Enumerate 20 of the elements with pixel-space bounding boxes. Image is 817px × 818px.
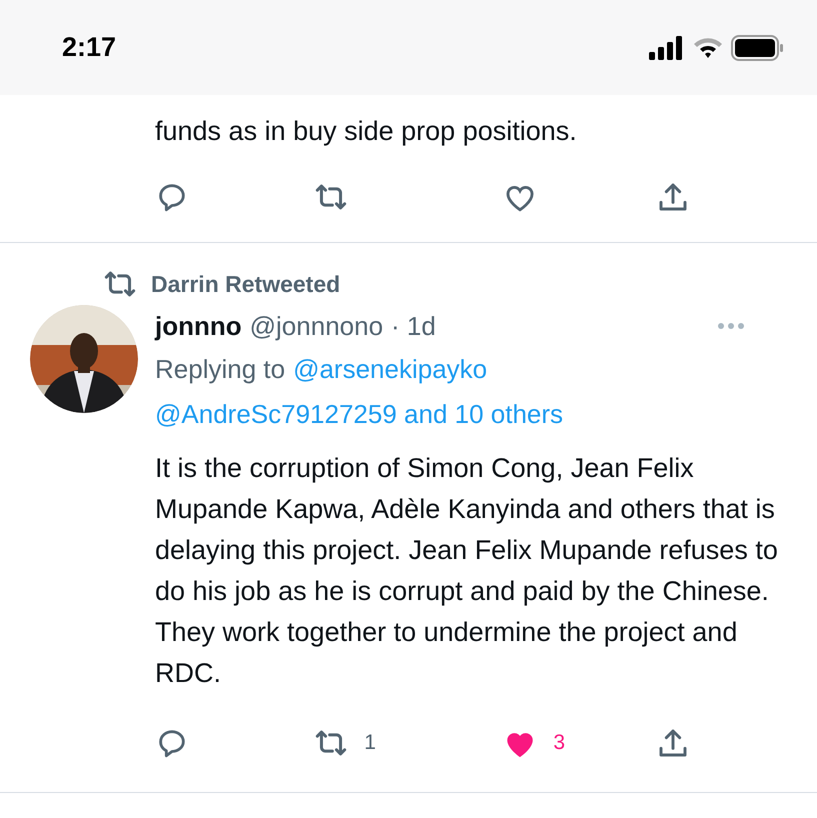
like-button[interactable]: 3	[503, 727, 658, 759]
battery-icon	[731, 34, 783, 60]
retweet-icon	[314, 182, 348, 212]
mention-link[interactable]: @AndreSc79127259 and 10 others	[155, 399, 564, 430]
retweet-button[interactable]: 1	[314, 728, 504, 758]
wifi-icon	[693, 36, 723, 58]
retweeted-label: Darrin Retweeted	[151, 270, 340, 298]
share-icon	[658, 727, 688, 759]
tweet-text: It is the corruption of Simon Cong, Jean Felix Mupande Kapwa, Adèle Kanyinda and others that is delaying this project. Jean Felix Mupande refuses to do his job as he is corrupt and paid by the Chinese. They work together to undermine the project and RDC.	[155, 452, 779, 690]
retweet-icon	[103, 269, 137, 299]
share-icon	[658, 181, 688, 213]
signal-icon	[649, 36, 685, 60]
user-name[interactable]: jonnno	[155, 310, 242, 340]
mention-link[interactable]: @arsenekipayko	[293, 354, 488, 385]
user-handle: @jonnnono	[250, 310, 384, 340]
tweet-time: · 1d	[391, 310, 436, 340]
retweet-icon	[314, 728, 348, 758]
tweet-text: funds as in buy side prop positions.	[155, 115, 578, 148]
replying-label: Replying to	[155, 354, 286, 385]
status-time: 2:17	[62, 32, 116, 63]
